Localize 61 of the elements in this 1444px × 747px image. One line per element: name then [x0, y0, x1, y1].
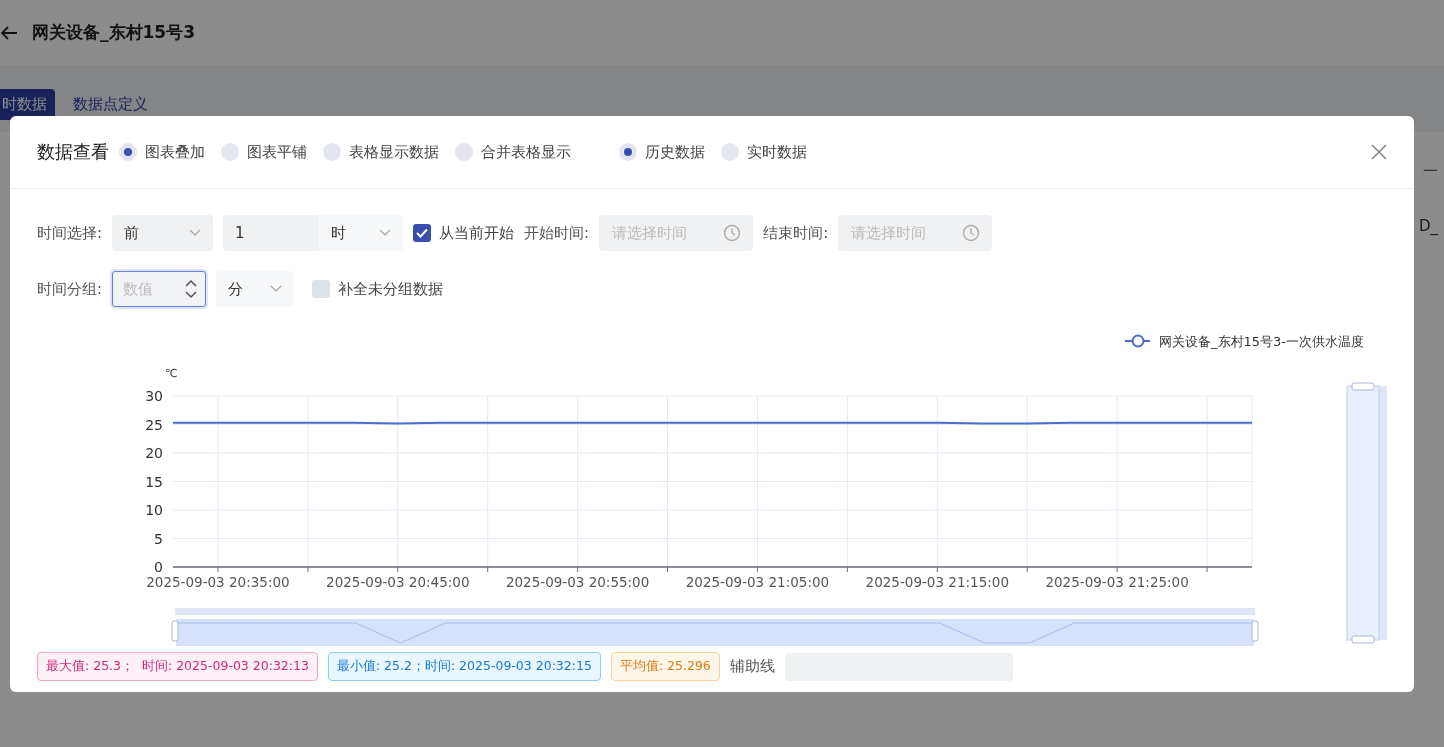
radio-circle[interactable]: [455, 143, 473, 161]
x-tick-label: 2025-09-03 20:45:00: [326, 574, 470, 590]
checkbox-box[interactable]: [312, 280, 331, 298]
x-tick-label: 2025-09-03 21:15:00: [865, 574, 1009, 590]
vertical-zoom-slider-drawing[interactable]: [1346, 382, 1387, 644]
view-mode-radio[interactable]: 合并表格显示: [455, 142, 577, 162]
y-tick-label: 30: [145, 388, 163, 404]
dialog-title: 数据查看: [37, 140, 109, 164]
y-tick-label: 20: [145, 445, 163, 461]
field-label: 时间分组:: [37, 279, 103, 299]
stat-tag: 平均值: 25.296: [610, 652, 720, 681]
y-tick-label: 0: [154, 559, 163, 575]
field-label: 开始时间:: [524, 223, 590, 243]
radio-circle[interactable]: [721, 143, 739, 161]
field-label: 时间选择:: [37, 223, 103, 243]
view-mode-radio[interactable]: 表格显示数据: [323, 142, 445, 162]
unit-select[interactable]: 时: [319, 215, 404, 251]
radio-circle[interactable]: [221, 143, 239, 161]
page-tab[interactable]: 数据点定义: [65, 89, 156, 120]
close-button[interactable]: [1371, 144, 1387, 160]
stat-tag: 最小值: 25.2；时间: 2025-09-03 20:32:15: [327, 652, 601, 681]
radio-circle[interactable]: [119, 143, 137, 161]
radio-circle[interactable]: [323, 143, 341, 161]
page-tab[interactable]: 时数据: [0, 89, 55, 120]
x-tick-label: 2025-09-03 20:55:00: [505, 574, 650, 590]
legend-label: 网关设备_东村15号3-一次供水温度: [1159, 334, 1364, 349]
view-mode-radio[interactable]: 图表叠加: [119, 142, 211, 162]
legend-marker-icon: [1124, 334, 1151, 348]
chevron-down-icon: [189, 229, 202, 237]
background-text: D_: [1418, 217, 1438, 235]
y-tick-label: 15: [145, 473, 163, 490]
guide-line-label: 辅助线: [729, 657, 775, 676]
back-arrow-icon[interactable]: [0, 24, 18, 41]
chevron-down-icon: [270, 285, 283, 293]
field-label: 结束时间:: [763, 223, 829, 243]
fill-missing-checkbox[interactable]: 补全未分组数据: [312, 279, 444, 299]
group-unit-select[interactable]: 分: [216, 271, 295, 307]
y-tick-label: 25: [145, 416, 163, 433]
chevron-down-icon: [379, 229, 392, 237]
clock-icon: [723, 224, 742, 242]
radio-circle[interactable]: [619, 143, 637, 161]
data-zoom-slider-drawing[interactable]: [171, 608, 1259, 646]
from-now-checkbox[interactable]: 从当前开始: [413, 223, 515, 243]
background-text: 一: [1423, 162, 1438, 181]
y-axis-unit: ℃: [165, 367, 178, 380]
view-mode-radio[interactable]: 图表平铺: [221, 142, 313, 162]
y-tick-label: 5: [154, 530, 163, 547]
amount-input[interactable]: 1: [223, 215, 320, 251]
x-tick-label: 2025-09-03 20:35:00: [146, 574, 290, 590]
checkbox-box[interactable]: [413, 224, 432, 242]
page-title: 网关设备_东村15号3: [32, 21, 195, 44]
spinner-arrows-icon[interactable]: [184, 278, 199, 300]
data-source-radio[interactable]: 实时数据: [721, 142, 813, 162]
x-tick-label: 2025-09-03 21:25:00: [1045, 574, 1189, 590]
clock-icon: [962, 224, 981, 242]
stat-tag: 最大值: 25.3； 时间: 2025-09-03 20:32:13: [37, 652, 318, 681]
direction-select[interactable]: 前: [112, 215, 214, 251]
x-tick-label: 2025-09-03 21:05:00: [685, 574, 830, 590]
y-tick-label: 10: [145, 502, 163, 518]
data-source-radio[interactable]: 历史数据: [619, 142, 711, 162]
group-number-input[interactable]: 数值: [112, 271, 207, 307]
